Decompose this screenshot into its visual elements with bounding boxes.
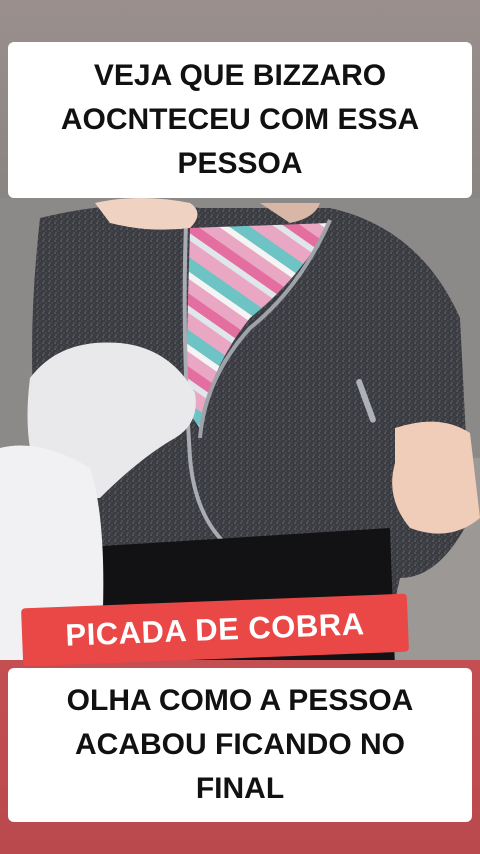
bottom-caption-text: OLHA COMO A PESSOA ACABOU FICANDO NO FIN… — [66, 684, 414, 805]
top-caption-text: VEJA QUE BIZZARO AOCNTECEU COM ESSA PESS… — [60, 59, 420, 180]
video-frame-photo — [0, 198, 480, 668]
bottom-caption: OLHA COMO A PESSOA ACABOU FICANDO NO FIN… — [8, 668, 472, 822]
hand-right — [392, 421, 480, 534]
top-caption: VEJA QUE BIZZARO AOCNTECEU COM ESSA PESS… — [8, 42, 472, 198]
